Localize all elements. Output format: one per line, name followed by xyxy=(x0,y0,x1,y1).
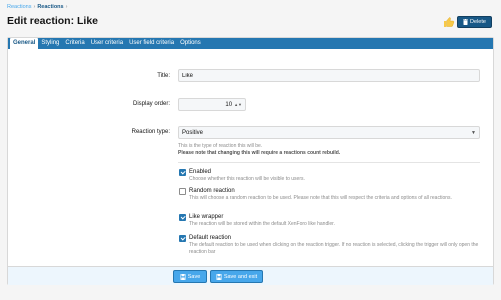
like-wrapper-label[interactable]: Like wrapper xyxy=(189,213,489,221)
option-like-wrapper: Like wrapper The reaction will be stored… xyxy=(179,213,489,228)
title-label: Title: xyxy=(157,73,170,79)
breadcrumb-link-reactions-current[interactable]: Reactions xyxy=(37,4,63,10)
like-wrapper-hint: The reaction will be stored within the d… xyxy=(189,221,335,227)
tab-criteria[interactable]: Criteria xyxy=(62,38,87,49)
breadcrumb: Reactions › Reactions › xyxy=(7,4,69,10)
delete-button-label: Delete xyxy=(470,19,486,25)
tab-styling[interactable]: Styling xyxy=(38,38,62,49)
save-and-exit-button[interactable]: Save and exit xyxy=(210,270,263,283)
default-reaction-label[interactable]: Default reaction xyxy=(189,234,489,242)
reaction-type-select[interactable]: Positive ▼ xyxy=(178,126,480,139)
save-button[interactable]: Save xyxy=(173,270,207,283)
enabled-hint: Choose whether this reaction will be vis… xyxy=(189,176,305,182)
option-default-reaction: Default reaction The default reaction to… xyxy=(179,234,489,255)
trash-icon xyxy=(463,19,469,25)
divider xyxy=(178,162,480,163)
display-order-label: Display order: xyxy=(132,101,170,107)
reaction-type-warning: Please note that changing this will requ… xyxy=(178,150,341,156)
breadcrumb-separator: › xyxy=(65,4,68,10)
like-wrapper-checkbox[interactable] xyxy=(179,213,186,221)
display-order-stepper[interactable]: 10 ▲▼ xyxy=(178,98,246,111)
display-order-value: 10 xyxy=(225,101,233,108)
page-title: Edit reaction: Like xyxy=(7,15,99,27)
save-icon xyxy=(215,273,222,280)
enabled-checkbox[interactable] xyxy=(179,168,186,176)
tab-bar: General Styling Criteria User criteria U… xyxy=(8,38,493,49)
enabled-label[interactable]: Enabled xyxy=(189,168,489,176)
save-and-exit-button-label: Save and exit xyxy=(223,273,258,280)
stepper-arrows-icon[interactable]: ▲▼ xyxy=(234,103,242,107)
random-reaction-checkbox[interactable] xyxy=(179,187,186,195)
form-body: Title: Display order: 10 ▲▼ Reaction typ… xyxy=(8,49,493,266)
default-reaction-hint: The default reaction to be used when cli… xyxy=(189,242,479,255)
random-reaction-hint: This will choose a random reaction to be… xyxy=(189,195,452,201)
save-button-label: Save xyxy=(187,273,201,280)
breadcrumb-link-reactions[interactable]: Reactions xyxy=(7,4,31,10)
tab-user-field-criteria[interactable]: User field criteria xyxy=(126,38,177,49)
title-input[interactable] xyxy=(178,69,480,82)
delete-button[interactable]: Delete xyxy=(457,16,492,28)
default-reaction-checkbox[interactable] xyxy=(179,234,186,242)
reaction-type-value: Positive xyxy=(182,129,204,136)
tab-options[interactable]: Options xyxy=(177,38,204,49)
thumbs-up-icon xyxy=(444,17,455,27)
tab-general[interactable]: General xyxy=(10,38,39,49)
breadcrumb-separator: › xyxy=(33,4,36,10)
reaction-type-label: Reaction type: xyxy=(131,129,170,135)
option-random-reaction: Random reaction This will choose a rando… xyxy=(179,187,489,202)
chevron-down-icon: ▼ xyxy=(471,129,476,136)
reaction-type-hint: This is the type of reaction this will b… xyxy=(178,143,263,149)
edit-form-container: General Styling Criteria User criteria U… xyxy=(7,37,494,285)
tab-user-criteria[interactable]: User criteria xyxy=(88,38,126,49)
random-reaction-label[interactable]: Random reaction xyxy=(189,187,489,195)
form-footer: Save Save and exit xyxy=(8,266,493,285)
option-enabled: Enabled Choose whether this reaction wil… xyxy=(179,168,489,183)
save-icon xyxy=(179,273,186,280)
